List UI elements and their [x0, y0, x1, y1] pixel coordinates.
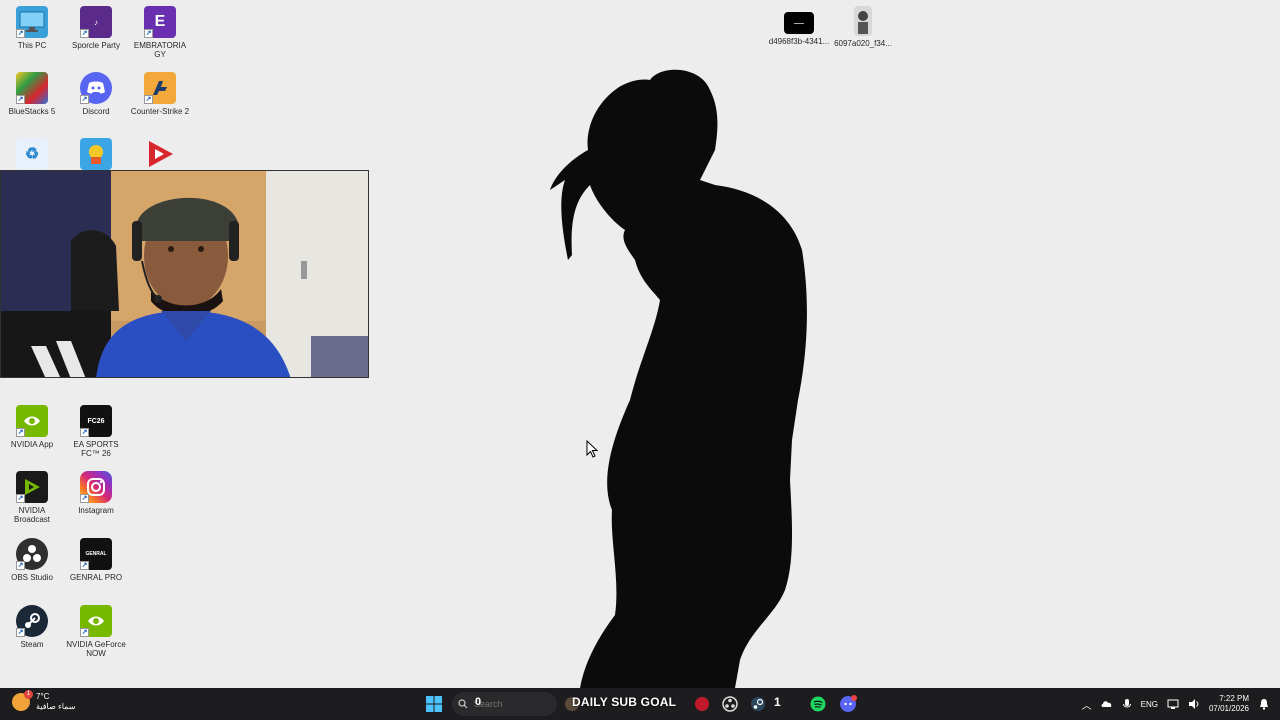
- steam-icon: ↗: [16, 605, 48, 637]
- desktop-icon-label: Counter-Strike 2: [130, 107, 190, 116]
- desktop-icon-steam[interactable]: ↗ Steam: [0, 605, 64, 667]
- system-clock[interactable]: 7:22 PM 07/01/2026: [1209, 694, 1249, 714]
- desktop-icon-genral-pro[interactable]: GENRAL ↗ GENRAL PRO: [64, 538, 128, 600]
- taskbar-app-obs-studio[interactable]: [720, 692, 740, 716]
- desktop-icon-sporcle-party[interactable]: ♪ ↗ Sporcle Party: [64, 6, 128, 68]
- geforce-now-icon: ↗: [80, 605, 112, 637]
- nvidia-icon: ↗: [16, 405, 48, 437]
- daily-sub-goal-count: 1: [774, 695, 781, 709]
- desktop-icon-ea-sports-fc[interactable]: FC26 ↗ EA SPORTS FC™ 26: [64, 405, 128, 467]
- desktop-icon-bluestacks[interactable]: ↗ BlueStacks 5: [0, 72, 64, 134]
- play-arrow-icon: [144, 138, 176, 170]
- desktop-icon-nvidia-app[interactable]: ↗ NVIDIA App: [0, 405, 64, 467]
- onedrive-icon[interactable]: [1101, 698, 1113, 710]
- desktop-icon-label: OBS Studio: [11, 573, 53, 582]
- desktop-icon-label: Discord: [82, 107, 110, 116]
- desktop-icon-embratoria[interactable]: E ↗ EMBRATORIA GY: [128, 6, 192, 68]
- desktop-icon-nvidia-broadcast[interactable]: ↗ NVIDIA Broadcast: [0, 471, 64, 533]
- taskbar-app-discord[interactable]: [838, 692, 858, 716]
- desktop-icon-instagram[interactable]: ↗ Instagram: [64, 471, 128, 533]
- obs-icon: ↗: [16, 538, 48, 570]
- discord-icon: [840, 695, 857, 712]
- discord-icon: ↗: [80, 72, 112, 104]
- cs2-icon: ↗: [144, 72, 176, 104]
- desktop-icon-label: GENRAL PRO: [69, 573, 123, 582]
- desktop-file-label: d4968f3b-4341...: [768, 37, 830, 46]
- network-icon[interactable]: [1167, 698, 1179, 710]
- search-input[interactable]: [474, 699, 534, 709]
- letter-e-icon: E ↗: [144, 6, 176, 38]
- nvidia-broadcast-icon: ↗: [16, 471, 48, 503]
- search-icon: [458, 699, 468, 709]
- desktop-file-label: 6097a020_f34...: [834, 39, 892, 48]
- desktop-icon-this-pc[interactable]: ↗ This PC: [0, 6, 64, 68]
- clock-time: 7:22 PM: [1219, 694, 1249, 703]
- chevron-up-icon[interactable]: ︿: [1082, 697, 1092, 712]
- image-file-icon: [784, 12, 814, 34]
- start-button[interactable]: [424, 692, 444, 716]
- desktop[interactable]: ↗ This PC ♪ ↗ Sporcle Party E ↗ EMBRATORIA…: [0, 0, 1280, 688]
- desktop-file-image-1[interactable]: d4968f3b-4341...: [767, 6, 831, 68]
- desktop-icon-label: Instagram: [78, 506, 114, 515]
- desktop-icon-label: This PC: [17, 41, 47, 50]
- instagram-icon: ↗: [80, 471, 112, 503]
- desktop-icon-obs-studio[interactable]: ↗ OBS Studio: [0, 538, 64, 600]
- spotify-icon: [810, 696, 826, 712]
- wallpaper-silhouette: [550, 69, 807, 688]
- desktop-file-image-2[interactable]: 6097a020_f34...: [831, 6, 895, 68]
- search-overlay-count: 0: [475, 696, 482, 708]
- desktop-icon-label: EMBRATORIA GY: [133, 41, 187, 59]
- taskbar-app-red[interactable]: [692, 692, 712, 716]
- genral-pro-icon: GENRAL ↗: [80, 538, 112, 570]
- clock-date: 07/01/2026: [1208, 704, 1249, 713]
- daily-sub-goal-title: DAILY SUB GOAL: [572, 695, 677, 709]
- desktop-icon-label: NVIDIA GeForce NOW: [66, 640, 126, 658]
- obs-icon: [722, 696, 738, 712]
- microphone-icon[interactable]: [1122, 698, 1132, 710]
- weather-sun-icon: 1: [12, 690, 33, 711]
- desktop-icon-label: Sporcle Party: [71, 41, 121, 50]
- webcam-overlay: [0, 170, 369, 378]
- weather-badge: 1: [24, 690, 33, 699]
- desktop-icon-discord[interactable]: ↗ Discord: [64, 72, 128, 134]
- bluestacks-icon: ↗: [16, 72, 48, 104]
- windows-logo-icon: [426, 696, 442, 712]
- desktop-icon-label: Steam: [20, 640, 44, 649]
- desktop-icon-label: NVIDIA App: [10, 440, 54, 449]
- weather-temperature: 7°C: [36, 692, 50, 701]
- weather-description: سماء صافية: [36, 702, 76, 711]
- speaker-icon[interactable]: [1188, 698, 1200, 710]
- desktop-icon-counter-strike-2[interactable]: ↗ Counter-Strike 2: [128, 72, 192, 134]
- desktop-icon-geforce-now[interactable]: ↗ NVIDIA GeForce NOW: [64, 605, 128, 667]
- taskbar-app-spotify[interactable]: [808, 692, 828, 716]
- image-file-icon: [854, 6, 872, 36]
- stumble-guys-icon: [80, 138, 112, 170]
- monitor-icon: ↗: [16, 6, 48, 38]
- taskbar-app-steam[interactable]: [748, 692, 768, 716]
- recycle-bin-icon: ♻: [16, 138, 48, 170]
- desktop-icon-label: EA SPORTS FC™ 26: [73, 440, 119, 458]
- system-tray: ︿ ENG 7:22 PM 07/01/2026: [1082, 688, 1270, 720]
- input-language[interactable]: ENG: [1141, 700, 1158, 709]
- mouse-cursor-icon: [586, 440, 598, 458]
- party-icon: ♪ ↗: [80, 6, 112, 38]
- record-icon: [695, 697, 709, 711]
- ea-fc-icon: FC26 ↗: [80, 405, 112, 437]
- weather-widget[interactable]: 1 7°C سماء صافية: [12, 690, 76, 712]
- desktop-icon-label: BlueStacks 5: [8, 107, 56, 116]
- desktop-icon-label: NVIDIA Broadcast: [13, 506, 51, 524]
- steam-icon: [751, 697, 765, 711]
- taskbar-search[interactable]: [452, 692, 557, 716]
- notification-bell-icon[interactable]: [1258, 698, 1270, 710]
